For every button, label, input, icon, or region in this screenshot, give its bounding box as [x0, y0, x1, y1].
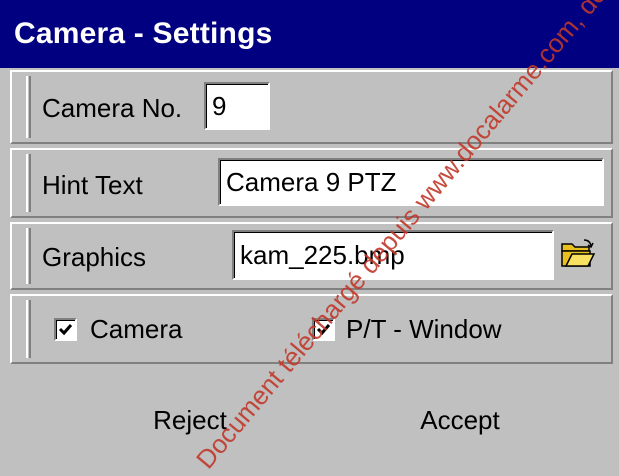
graphics-input[interactable]: [232, 230, 554, 280]
reject-button[interactable]: Reject: [120, 398, 260, 442]
hint-text-row: Hint Text: [10, 148, 613, 218]
open-folder-icon[interactable]: [560, 238, 596, 270]
graphics-label: Graphics: [42, 242, 147, 272]
camera-no-row: Camera No.: [10, 70, 613, 144]
camera-checkbox-label: Camera: [90, 314, 183, 344]
camera-no-input[interactable]: [204, 82, 270, 130]
ptwindow-checkbox[interactable]: [312, 318, 335, 341]
hint-text-label: Hint Text: [42, 170, 143, 200]
row-grip: [26, 300, 31, 358]
checkmark-icon: [58, 324, 73, 336]
window-title: Camera - Settings: [14, 17, 273, 50]
settings-window: Camera No. Hint Text Graphics: [0, 68, 619, 476]
options-row: Camera P/T - Window: [10, 294, 613, 364]
ptwindow-checkbox-label: P/T - Window: [346, 314, 502, 344]
camera-no-label: Camera No.: [42, 93, 183, 123]
accept-button[interactable]: Accept: [380, 398, 540, 442]
hint-text-input[interactable]: [218, 158, 604, 206]
checkmark-icon: [316, 324, 331, 336]
row-grip: [26, 76, 31, 138]
window-titlebar[interactable]: Camera - Settings: [0, 0, 619, 68]
row-grip: [26, 228, 31, 284]
row-grip: [26, 154, 31, 212]
camera-checkbox[interactable]: [54, 318, 77, 341]
graphics-row: Graphics: [10, 222, 613, 290]
